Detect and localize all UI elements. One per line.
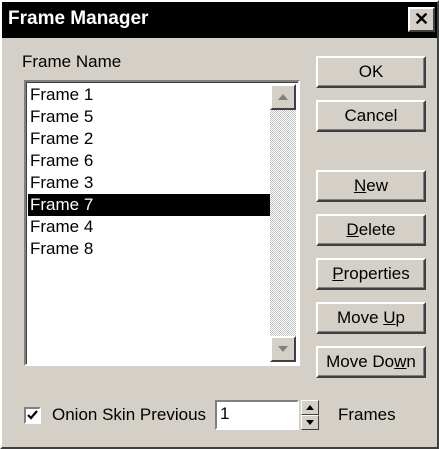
frame-listbox[interactable]: Frame 1 Frame 5 Frame 2 Frame 6 Frame 3 Frame… (24, 80, 300, 366)
ok-button-label: OK (358, 62, 384, 81)
move-up-button[interactable]: Move Up (316, 302, 426, 334)
frame-manager-dialog: Frame Manager ✕ Frame Name Frame 1 Frame … (0, 0, 439, 449)
move-up-mnemonic: U (383, 308, 396, 327)
scroll-down-button[interactable] (270, 336, 296, 362)
list-item[interactable]: Frame 5 (28, 106, 272, 128)
delete-mnemonic: D (346, 220, 359, 239)
arrow-up-icon (278, 94, 288, 100)
delete-button[interactable]: Delete (316, 214, 426, 246)
move-down-mnemonic: w (394, 352, 407, 371)
spin-up-button[interactable] (301, 400, 319, 415)
list-item[interactable]: Frame 8 (28, 238, 272, 260)
move-up-label-rest: p (395, 308, 406, 327)
cancel-button[interactable]: Cancel (316, 100, 426, 132)
ok-button[interactable]: OK (316, 56, 426, 88)
onion-skin-count-input[interactable]: 1 (215, 400, 299, 430)
window-title: Frame Manager (8, 8, 149, 29)
spin-down-button[interactable] (301, 415, 319, 430)
move-down-label-rest: n (406, 352, 416, 371)
new-mnemonic: N (353, 176, 367, 195)
delete-label-rest: elete (358, 220, 396, 239)
move-down-button[interactable]: Move Down (316, 346, 426, 378)
new-label-rest: ew (366, 176, 388, 195)
frames-suffix-label: Frames (338, 405, 396, 424)
title-bar: Frame Manager ✕ (2, 2, 437, 38)
list-item[interactable]: Frame 2 (28, 128, 272, 150)
move-down-label-start: Move Do (326, 352, 395, 371)
list-item[interactable]: Frame 4 (28, 216, 272, 238)
onion-skin-checkbox[interactable] (24, 407, 41, 424)
onion-skin-label: Onion Skin Previous (52, 405, 207, 424)
move-up-label-start: Move (336, 308, 384, 327)
properties-mnemonic: P (332, 264, 344, 283)
new-button[interactable]: New (316, 170, 426, 202)
properties-label-rest: roperties (343, 264, 410, 283)
spin-down-icon (306, 420, 314, 425)
list-scrollbar[interactable] (270, 84, 296, 362)
scroll-up-button[interactable] (270, 84, 296, 110)
spin-up-icon (306, 405, 314, 410)
frame-list: Frame 1 Frame 5 Frame 2 Frame 6 Frame 3 Frame… (28, 84, 272, 260)
close-button[interactable]: ✕ (408, 7, 435, 32)
list-item[interactable]: Frame 6 (28, 150, 272, 172)
list-item[interactable]: Frame 1 (28, 84, 272, 106)
arrow-down-icon (278, 346, 288, 352)
frame-name-label: Frame Name (22, 52, 122, 71)
cancel-button-label: Cancel (344, 106, 398, 125)
close-icon: ✕ (413, 9, 430, 29)
list-item[interactable]: Frame 3 (28, 172, 272, 194)
list-item[interactable]: Frame 7 (28, 194, 272, 216)
checkmark-icon (27, 410, 38, 420)
properties-button[interactable]: Properties (316, 258, 426, 290)
